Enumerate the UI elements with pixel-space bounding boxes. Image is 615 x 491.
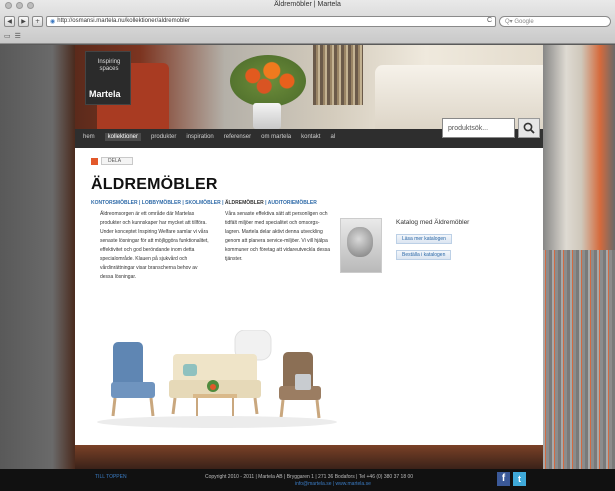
nav-item-inspiration[interactable]: inspiration (186, 134, 213, 141)
hero-flowers-image (230, 55, 306, 107)
footer-contact-links[interactable]: info@martela.se | www.martela.se (295, 481, 371, 487)
nav-item-kollektioner[interactable]: kollektioner (104, 133, 142, 141)
category-links: KONTORSMÖBLER | LOBBYMÖBLER | SKOLMÖBLER… (91, 200, 317, 206)
category-link-auditoriemobler[interactable]: AUDITORIEMÖBLER (268, 200, 317, 206)
catalog-view-button[interactable]: Läsa mer katalogen (396, 234, 452, 244)
category-link-aldremobler[interactable]: ÄLDREMÖBLER (225, 200, 264, 206)
back-to-top-link[interactable]: TILL TOPPEN (95, 474, 127, 480)
catalog-heading: Katalog med Äldremöbler (396, 219, 470, 226)
twitter-icon[interactable]: t (513, 472, 526, 486)
catalog-order-button[interactable]: Beställa i katalogen (396, 250, 452, 260)
body-text-column-2: Våra senaste effektiva sätt att personli… (225, 211, 331, 262)
hero-vase-image (253, 103, 281, 129)
furniture-illustration (97, 330, 337, 428)
nav-item-referenser[interactable]: referenser (224, 134, 251, 141)
catalog-thumbnail[interactable] (340, 218, 382, 273)
share-widget[interactable]: DELA (91, 157, 133, 165)
page-title: ÄLDREMÖBLER (91, 176, 218, 193)
background-rug-decoration (540, 250, 615, 470)
nav-item-hem[interactable]: hem (83, 134, 95, 141)
reload-icon[interactable]: C (487, 17, 492, 24)
logo-tagline: Inspiring spaces (97, 59, 121, 72)
hero-banner: Inspiring spaces Martela (75, 45, 543, 129)
category-link-skolmobler[interactable]: SKOLMÖBLER (185, 200, 221, 206)
add-bookmark-button[interactable]: + (32, 15, 43, 27)
window-title: Äldremöbler | Martela (274, 1, 341, 8)
browser-chrome: Äldremöbler | Martela ◀ ▶ + ◉ http://osm… (0, 0, 615, 44)
nav-item-om-martela[interactable]: om martela (261, 134, 291, 141)
browser-search-field[interactable]: Q▾ Google (499, 15, 611, 27)
content-panel: DELA ÄLDREMÖBLER KONTORSMÖBLER | LOBBYMÖ… (75, 148, 543, 445)
bookmarks-grid-icon[interactable]: ☰ (15, 32, 21, 40)
background-floor (75, 445, 543, 469)
site-footer: TILL TOPPEN Copyright 2010 - 2011 | Mart… (0, 469, 615, 491)
main-navigation: hem kollektioner produkter inspiration r… (75, 118, 543, 148)
nav-item-al[interactable]: al (330, 134, 335, 141)
browser-toolbar: ◀ ▶ + ◉ http://osmansi.martela.nu/kollek… (4, 14, 611, 28)
facebook-icon[interactable]: f (497, 472, 510, 486)
body-text-column-1: Äldreomsorgen är ett område där Martelas… (100, 211, 209, 280)
back-button[interactable]: ◀ (4, 15, 15, 27)
martela-logo[interactable]: Inspiring spaces Martela (85, 51, 131, 105)
nav-item-kontakt[interactable]: kontakt (301, 134, 320, 141)
bookmarks-bar: ▭ ☰ (4, 31, 21, 41)
address-bar[interactable]: ◉ http://osmansi.martela.nu/kollektioner… (46, 15, 496, 27)
footer-copyright: Copyright 2010 - 2011 | Martela AB | Bry… (205, 474, 414, 480)
share-icon (91, 157, 98, 165)
catalog-cover-image (347, 227, 373, 257)
hero-bookshelf-image (313, 45, 363, 105)
logo-brand: Martela (89, 89, 121, 99)
category-link-lobbymobler[interactable]: LOBBYMÖBLER (142, 200, 181, 206)
nav-item-produkter[interactable]: produkter (151, 134, 176, 141)
nav-items: hem kollektioner produkter inspiration r… (83, 133, 335, 141)
url-text: http://osmansi.martela.nu/kollektioner/a… (57, 18, 190, 24)
search-button[interactable] (518, 118, 540, 138)
category-link-kontorsmobler[interactable]: KONTORSMÖBLER (91, 200, 138, 206)
product-search-input[interactable]: produktsök... (442, 118, 515, 138)
background-left-decoration (0, 45, 75, 469)
magnifier-icon (523, 122, 535, 134)
globe-icon: ◉ (50, 18, 56, 25)
title-bar: Äldremöbler | Martela (0, 0, 615, 12)
forward-button[interactable]: ▶ (18, 15, 29, 27)
reading-list-icon[interactable]: ▭ (4, 32, 11, 40)
share-label: DELA (101, 157, 133, 165)
